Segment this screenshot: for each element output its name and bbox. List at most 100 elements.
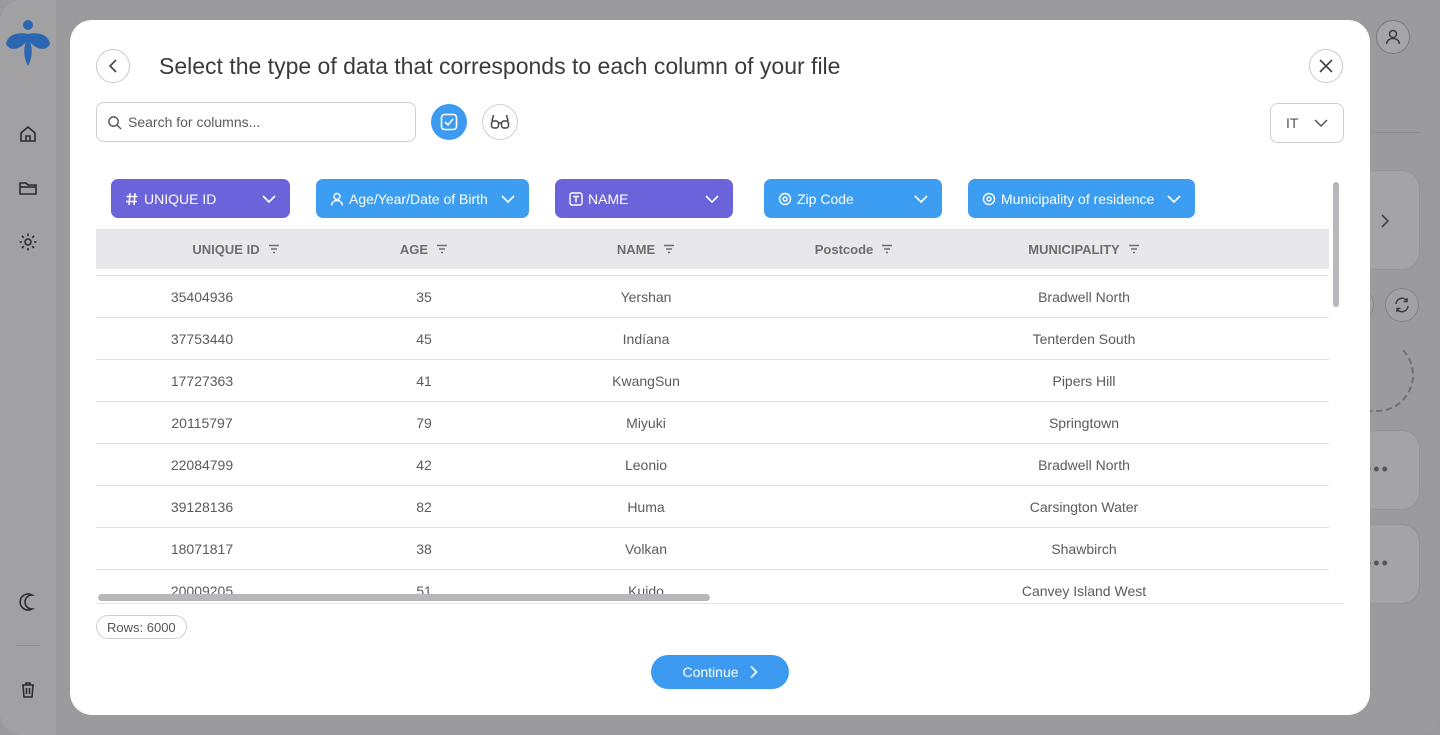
column-header-label: UNIQUE ID (192, 241, 260, 257)
continue-label: Continue (682, 664, 739, 680)
location-icon (982, 192, 996, 205)
cell-name: Miyuki (626, 415, 666, 431)
cell-name: Indíana (622, 331, 670, 347)
filter-icon[interactable] (663, 244, 675, 254)
column-type-select-zip-code[interactable]: Zip Code (764, 179, 942, 218)
language-value: IT (1286, 115, 1299, 131)
cell-age: 38 (416, 541, 432, 557)
preview-button[interactable] (482, 104, 518, 140)
search-field[interactable] (96, 102, 416, 142)
filter-icon[interactable] (436, 244, 448, 254)
trash-icon[interactable] (16, 678, 40, 702)
glasses-icon (490, 114, 510, 129)
table-row: 22084799 42 Leonio Bradwell North (96, 444, 1329, 486)
column-type-label: Age/Year/Date of Birth (349, 190, 488, 207)
chevron-left-icon (108, 59, 117, 73)
text-icon (569, 191, 583, 206)
column-type-select-age[interactable]: Age/Year/Date of Birth (316, 179, 529, 218)
cell-unique-id: 20115797 (171, 415, 233, 431)
cell-municipality: Shawbirch (1051, 541, 1117, 557)
refresh-icon[interactable] (1385, 288, 1419, 322)
hash-icon (126, 192, 138, 205)
search-icon (108, 115, 122, 130)
table-row: 20115797 79 Miyuki Springtown (96, 402, 1329, 444)
cell-postcode (754, 570, 954, 603)
cell-name: Yershan (620, 289, 672, 305)
modal-title: Select the type of data that corresponds… (159, 53, 841, 79)
filter-icon[interactable] (1128, 244, 1140, 254)
cell-municipality: Tenterden South (1032, 331, 1136, 347)
close-icon (1319, 59, 1333, 73)
cell-postcode (754, 276, 954, 318)
table-row: 39128136 82 Huma Carsington Water (96, 486, 1329, 528)
home-icon[interactable] (16, 122, 40, 146)
column-type-label: NAME (588, 190, 629, 207)
chevron-right-icon (1381, 214, 1390, 228)
horizontal-scrollbar[interactable] (98, 594, 710, 601)
location-icon (778, 192, 792, 205)
chevron-down-icon (1167, 194, 1181, 203)
continue-button[interactable]: Continue (651, 655, 789, 689)
cell-municipality: Carsington Water (1029, 499, 1139, 515)
moon-icon[interactable] (16, 590, 40, 614)
column-header-label: NAME (616, 241, 656, 257)
column-header-postcode[interactable]: Postcode (754, 229, 954, 269)
checkbox-icon (440, 113, 458, 131)
chevron-right-icon (749, 665, 758, 679)
column-type-select-name[interactable]: NAME (555, 179, 733, 218)
column-type-label: UNIQUE ID (144, 190, 217, 207)
column-header-age[interactable]: AGE (324, 229, 524, 269)
language-select[interactable]: IT (1270, 103, 1344, 143)
data-table: UNIQUE ID AGE NAME Postcode MUNICIPALITY (96, 229, 1344, 604)
filter-icon[interactable] (881, 244, 893, 254)
column-header-label: MUNICIPALITY (1028, 241, 1120, 257)
avatar-icon[interactable] (1376, 20, 1410, 54)
gear-icon[interactable] (16, 230, 40, 254)
cell-postcode (754, 486, 954, 528)
chevron-down-icon (705, 194, 719, 203)
cell-municipality: Springtown (1048, 415, 1120, 431)
cell-age: 41 (416, 373, 432, 389)
chevron-down-icon (262, 194, 276, 203)
cell-postcode (754, 528, 954, 570)
select-all-button[interactable] (431, 104, 467, 140)
cell-name: Volkan (624, 541, 668, 557)
column-header-municipality[interactable]: MUNICIPALITY (984, 229, 1184, 269)
logo-icon (6, 20, 50, 66)
cell-postcode (754, 318, 954, 360)
close-button[interactable] (1309, 49, 1343, 83)
cell-municipality: Bradwell North (1038, 457, 1130, 473)
table-row: 35404936 35 Yershan Bradwell North (96, 276, 1329, 318)
cell-name: Leonio (624, 457, 668, 473)
back-button[interactable] (96, 49, 130, 83)
cell-age: 45 (416, 331, 432, 347)
chevron-down-icon (914, 194, 928, 203)
vertical-scrollbar[interactable] (1333, 182, 1339, 307)
column-type-select-unique-id[interactable]: UNIQUE ID (111, 179, 290, 218)
cell-unique-id: 17727363 (170, 373, 234, 389)
filter-icon[interactable] (268, 244, 280, 254)
search-input[interactable] (128, 114, 408, 130)
column-header-label: Postcode (814, 241, 874, 257)
folder-icon[interactable] (16, 176, 40, 200)
column-type-label: Municipality of residence (1001, 190, 1155, 207)
cell-name: Huma (627, 499, 665, 515)
cell-postcode (754, 444, 954, 486)
column-header-unique-id[interactable]: UNIQUE ID (136, 229, 336, 269)
column-header-label: AGE (399, 241, 429, 257)
cell-unique-id: 37753440 (170, 331, 234, 347)
cell-municipality: Bradwell North (1038, 289, 1130, 305)
column-header-name[interactable]: NAME (546, 229, 746, 269)
person-icon (330, 192, 344, 206)
column-type-modal: Select the type of data that corresponds… (70, 20, 1370, 715)
sidebar-divider (16, 645, 40, 646)
chevron-down-icon (501, 194, 515, 203)
table-row: 37753440 45 Indíana Tenterden South (96, 318, 1329, 360)
rows-count-badge: Rows: 6000 (96, 615, 187, 639)
column-type-select-municipality[interactable]: Municipality of residence (968, 179, 1195, 218)
cell-postcode (754, 360, 954, 402)
chevron-down-icon (1314, 119, 1328, 128)
table-header: UNIQUE ID AGE NAME Postcode MUNICIPALITY (96, 229, 1329, 269)
cell-municipality: Canvey Island West (1021, 583, 1147, 599)
table-row: 17727363 41 KwangSun Pipers Hill (96, 360, 1329, 402)
